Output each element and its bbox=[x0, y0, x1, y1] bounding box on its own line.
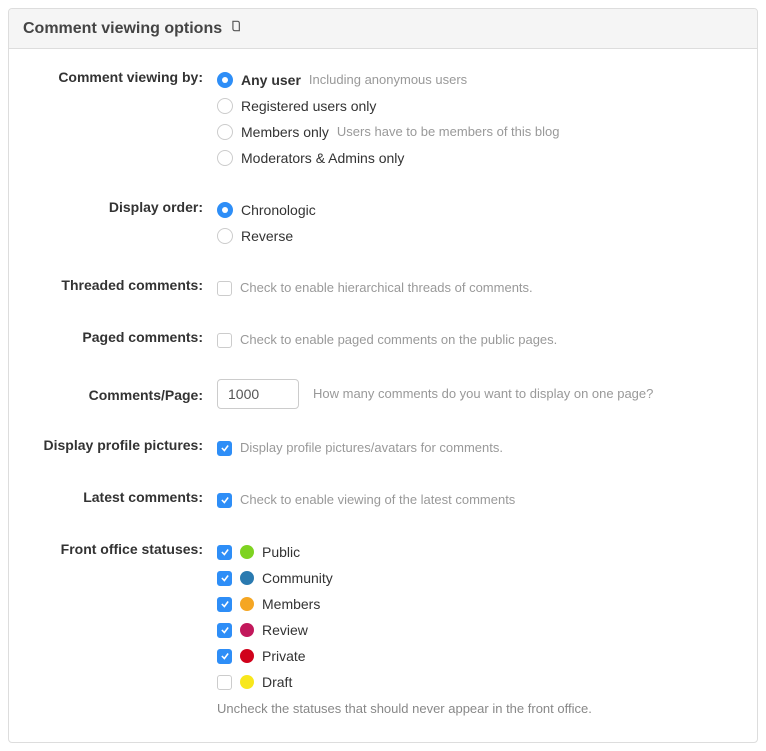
radio-option-moderators[interactable]: Moderators & Admins only bbox=[217, 145, 737, 171]
radio-option-members[interactable]: Members only Users have to be members of… bbox=[217, 119, 737, 145]
label-per-page: Comments/Page: bbox=[29, 379, 217, 403]
radio-hint: Including anonymous users bbox=[309, 70, 467, 90]
radio-option-any-user[interactable]: Any user Including anonymous users bbox=[217, 67, 737, 93]
checkbox-status[interactable] bbox=[217, 597, 232, 612]
checkbox-status[interactable] bbox=[217, 545, 232, 560]
row-per-page: Comments/Page: How many comments do you … bbox=[29, 379, 737, 409]
radio-label: Moderators & Admins only bbox=[241, 148, 404, 168]
status-dot-icon bbox=[240, 545, 254, 559]
row-profile-pics: Display profile pictures: Display profil… bbox=[29, 435, 737, 461]
status-dot-icon bbox=[240, 623, 254, 637]
radio-input[interactable] bbox=[217, 72, 233, 88]
control-paged: Check to enable paged comments on the pu… bbox=[217, 327, 737, 353]
status-label: Draft bbox=[262, 672, 292, 692]
status-option-review[interactable]: Review bbox=[217, 617, 737, 643]
checkbox-profile-pics[interactable] bbox=[217, 441, 232, 456]
checkbox-latest[interactable] bbox=[217, 493, 232, 508]
status-label: Private bbox=[262, 646, 306, 666]
radio-input[interactable] bbox=[217, 202, 233, 218]
status-dot-icon bbox=[240, 649, 254, 663]
label-paged: Paged comments: bbox=[29, 327, 217, 345]
radio-option-chronologic[interactable]: Chronologic bbox=[217, 197, 737, 223]
radio-label: Chronologic bbox=[241, 200, 316, 220]
panel-header: Comment viewing options bbox=[9, 9, 757, 49]
control-per-page: How many comments do you want to display… bbox=[217, 379, 737, 409]
radio-label: Members only bbox=[241, 122, 329, 142]
row-threaded: Threaded comments: Check to enable hiera… bbox=[29, 275, 737, 301]
status-label: Community bbox=[262, 568, 333, 588]
checkbox-paged[interactable] bbox=[217, 333, 232, 348]
status-label: Review bbox=[262, 620, 308, 640]
row-display-order: Display order: Chronologic Reverse bbox=[29, 197, 737, 249]
statuses-description: Uncheck the statuses that should never a… bbox=[217, 701, 737, 716]
input-comments-per-page[interactable] bbox=[217, 379, 299, 409]
panel-body: Comment viewing by: Any user Including a… bbox=[9, 49, 757, 742]
label-latest: Latest comments: bbox=[29, 487, 217, 505]
latest-text: Check to enable viewing of the latest co… bbox=[240, 490, 515, 510]
control-display-order: Chronologic Reverse bbox=[217, 197, 737, 249]
label-statuses: Front office statuses: bbox=[29, 539, 217, 557]
radio-option-registered[interactable]: Registered users only bbox=[217, 93, 737, 119]
checkbox-status[interactable] bbox=[217, 649, 232, 664]
radio-label: Registered users only bbox=[241, 96, 376, 116]
label-viewing-by: Comment viewing by: bbox=[29, 67, 217, 85]
per-page-hint: How many comments do you want to display… bbox=[313, 384, 653, 404]
radio-label: Reverse bbox=[241, 226, 293, 246]
row-statuses: Front office statuses: Public Community … bbox=[29, 539, 737, 716]
radio-hint: Users have to be members of this blog bbox=[337, 122, 560, 142]
status-option-community[interactable]: Community bbox=[217, 565, 737, 591]
row-viewing-by: Comment viewing by: Any user Including a… bbox=[29, 67, 737, 171]
profile-pics-text: Display profile pictures/avatars for com… bbox=[240, 438, 503, 458]
radio-input[interactable] bbox=[217, 228, 233, 244]
radio-input[interactable] bbox=[217, 124, 233, 140]
status-dot-icon bbox=[240, 675, 254, 689]
status-dot-icon bbox=[240, 597, 254, 611]
control-statuses: Public Community Members Review bbox=[217, 539, 737, 716]
radio-label: Any user bbox=[241, 70, 301, 90]
status-option-members[interactable]: Members bbox=[217, 591, 737, 617]
comment-viewing-options-panel: Comment viewing options Comment viewing … bbox=[8, 8, 758, 743]
control-profile-pics: Display profile pictures/avatars for com… bbox=[217, 435, 737, 461]
radio-input[interactable] bbox=[217, 98, 233, 114]
control-threaded: Check to enable hierarchical threads of … bbox=[217, 275, 737, 301]
status-option-private[interactable]: Private bbox=[217, 643, 737, 669]
row-latest: Latest comments: Check to enable viewing… bbox=[29, 487, 737, 513]
status-dot-icon bbox=[240, 571, 254, 585]
paged-text: Check to enable paged comments on the pu… bbox=[240, 330, 557, 350]
threaded-text: Check to enable hierarchical threads of … bbox=[240, 278, 533, 298]
status-label: Public bbox=[262, 542, 300, 562]
control-latest: Check to enable viewing of the latest co… bbox=[217, 487, 737, 513]
row-paged: Paged comments: Check to enable paged co… bbox=[29, 327, 737, 353]
radio-input[interactable] bbox=[217, 150, 233, 166]
status-option-draft[interactable]: Draft bbox=[217, 669, 737, 695]
checkbox-status[interactable] bbox=[217, 571, 232, 586]
control-viewing-by: Any user Including anonymous users Regis… bbox=[217, 67, 737, 171]
panel-title: Comment viewing options bbox=[23, 20, 222, 38]
label-profile-pics: Display profile pictures: bbox=[29, 435, 217, 453]
label-display-order: Display order: bbox=[29, 197, 217, 215]
label-threaded: Threaded comments: bbox=[29, 275, 217, 293]
book-icon bbox=[230, 19, 244, 38]
status-option-public[interactable]: Public bbox=[217, 539, 737, 565]
checkbox-status[interactable] bbox=[217, 623, 232, 638]
status-label: Members bbox=[262, 594, 320, 614]
radio-option-reverse[interactable]: Reverse bbox=[217, 223, 737, 249]
checkbox-status[interactable] bbox=[217, 675, 232, 690]
checkbox-threaded[interactable] bbox=[217, 281, 232, 296]
